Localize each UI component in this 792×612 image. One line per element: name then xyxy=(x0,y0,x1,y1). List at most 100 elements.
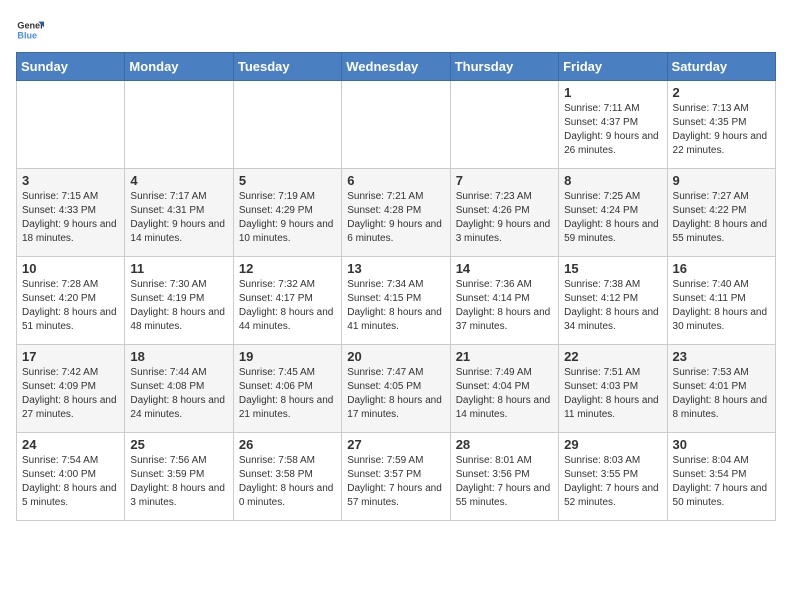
day-number: 29 xyxy=(564,437,661,452)
day-info: Sunrise: 7:21 AM Sunset: 4:28 PM Dayligh… xyxy=(347,190,444,246)
day-number: 28 xyxy=(456,437,553,452)
day-info: Sunrise: 8:01 AM Sunset: 3:56 PM Dayligh… xyxy=(456,454,553,510)
day-number: 13 xyxy=(347,261,444,276)
day-info: Sunrise: 7:19 AM Sunset: 4:29 PM Dayligh… xyxy=(239,190,336,246)
day-info: Sunrise: 7:27 AM Sunset: 4:22 PM Dayligh… xyxy=(673,190,770,246)
calendar-cell: 6 Sunrise: 7:21 AM Sunset: 4:28 PM Daylig… xyxy=(342,169,450,257)
day-info: Sunrise: 7:53 AM Sunset: 4:01 PM Dayligh… xyxy=(673,366,770,422)
day-number: 15 xyxy=(564,261,661,276)
day-info: Sunrise: 7:11 AM Sunset: 4:37 PM Dayligh… xyxy=(564,102,661,158)
calendar-cell: 8 Sunrise: 7:25 AM Sunset: 4:24 PM Daylig… xyxy=(559,169,667,257)
day-number: 25 xyxy=(130,437,227,452)
calendar-cell: 19 Sunrise: 7:45 AM Sunset: 4:06 PM Dayli… xyxy=(233,345,341,433)
day-info: Sunrise: 7:56 AM Sunset: 3:59 PM Dayligh… xyxy=(130,454,227,510)
day-number: 9 xyxy=(673,173,770,188)
day-number: 26 xyxy=(239,437,336,452)
day-number: 22 xyxy=(564,349,661,364)
day-header-wednesday: Wednesday xyxy=(342,53,450,81)
calendar-cell: 5 Sunrise: 7:19 AM Sunset: 4:29 PM Daylig… xyxy=(233,169,341,257)
day-number: 8 xyxy=(564,173,661,188)
day-number: 27 xyxy=(347,437,444,452)
calendar-cell: 29 Sunrise: 8:03 AM Sunset: 3:55 PM Dayli… xyxy=(559,433,667,521)
day-number: 24 xyxy=(22,437,119,452)
calendar-cell xyxy=(17,81,125,169)
day-info: Sunrise: 7:58 AM Sunset: 3:58 PM Dayligh… xyxy=(239,454,336,510)
day-number: 21 xyxy=(456,349,553,364)
day-info: Sunrise: 7:30 AM Sunset: 4:19 PM Dayligh… xyxy=(130,278,227,334)
calendar-cell: 12 Sunrise: 7:32 AM Sunset: 4:17 PM Dayli… xyxy=(233,257,341,345)
day-number: 2 xyxy=(673,85,770,100)
day-number: 11 xyxy=(130,261,227,276)
calendar-cell: 16 Sunrise: 7:40 AM Sunset: 4:11 PM Dayli… xyxy=(667,257,775,345)
day-header-monday: Monday xyxy=(125,53,233,81)
day-number: 7 xyxy=(456,173,553,188)
calendar-cell: 20 Sunrise: 7:47 AM Sunset: 4:05 PM Dayli… xyxy=(342,345,450,433)
day-header-tuesday: Tuesday xyxy=(233,53,341,81)
calendar-cell: 30 Sunrise: 8:04 AM Sunset: 3:54 PM Dayli… xyxy=(667,433,775,521)
day-number: 17 xyxy=(22,349,119,364)
day-info: Sunrise: 8:03 AM Sunset: 3:55 PM Dayligh… xyxy=(564,454,661,510)
day-info: Sunrise: 7:54 AM Sunset: 4:00 PM Dayligh… xyxy=(22,454,119,510)
calendar-cell: 4 Sunrise: 7:17 AM Sunset: 4:31 PM Daylig… xyxy=(125,169,233,257)
day-info: Sunrise: 7:42 AM Sunset: 4:09 PM Dayligh… xyxy=(22,366,119,422)
day-info: Sunrise: 8:04 AM Sunset: 3:54 PM Dayligh… xyxy=(673,454,770,510)
day-info: Sunrise: 7:36 AM Sunset: 4:14 PM Dayligh… xyxy=(456,278,553,334)
calendar-cell: 17 Sunrise: 7:42 AM Sunset: 4:09 PM Dayli… xyxy=(17,345,125,433)
calendar-cell: 11 Sunrise: 7:30 AM Sunset: 4:19 PM Dayli… xyxy=(125,257,233,345)
day-number: 1 xyxy=(564,85,661,100)
day-info: Sunrise: 7:17 AM Sunset: 4:31 PM Dayligh… xyxy=(130,190,227,246)
calendar-cell: 10 Sunrise: 7:28 AM Sunset: 4:20 PM Dayli… xyxy=(17,257,125,345)
calendar-cell: 14Sunrise: 7:36 AM Sunset: 4:14 PM Dayli… xyxy=(450,257,558,345)
day-header-friday: Friday xyxy=(559,53,667,81)
calendar-cell: 22 Sunrise: 7:51 AM Sunset: 4:03 PM Dayli… xyxy=(559,345,667,433)
day-info: Sunrise: 7:15 AM Sunset: 4:33 PM Dayligh… xyxy=(22,190,119,246)
calendar-cell xyxy=(125,81,233,169)
day-number: 23 xyxy=(673,349,770,364)
calendar-table: SundayMondayTuesdayWednesdayThursdayFrid… xyxy=(16,52,776,521)
day-info: Sunrise: 7:40 AM Sunset: 4:11 PM Dayligh… xyxy=(673,278,770,334)
calendar-cell xyxy=(233,81,341,169)
day-info: Sunrise: 7:59 AM Sunset: 3:57 PM Dayligh… xyxy=(347,454,444,510)
day-info: Sunrise: 7:51 AM Sunset: 4:03 PM Dayligh… xyxy=(564,366,661,422)
day-info: Sunrise: 7:47 AM Sunset: 4:05 PM Dayligh… xyxy=(347,366,444,422)
calendar-cell: 3 Sunrise: 7:15 AM Sunset: 4:33 PM Daylig… xyxy=(17,169,125,257)
day-number: 12 xyxy=(239,261,336,276)
calendar-cell: 7 Sunrise: 7:23 AM Sunset: 4:26 PM Daylig… xyxy=(450,169,558,257)
day-number: 3 xyxy=(22,173,119,188)
day-number: 30 xyxy=(673,437,770,452)
day-info: Sunrise: 7:28 AM Sunset: 4:20 PM Dayligh… xyxy=(22,278,119,334)
day-info: Sunrise: 7:13 AM Sunset: 4:35 PM Dayligh… xyxy=(673,102,770,158)
calendar-cell: 24 Sunrise: 7:54 AM Sunset: 4:00 PM Dayli… xyxy=(17,433,125,521)
day-info: Sunrise: 7:32 AM Sunset: 4:17 PM Dayligh… xyxy=(239,278,336,334)
day-info: Sunrise: 7:38 AM Sunset: 4:12 PM Dayligh… xyxy=(564,278,661,334)
day-number: 4 xyxy=(130,173,227,188)
day-header-thursday: Thursday xyxy=(450,53,558,81)
day-info: Sunrise: 7:25 AM Sunset: 4:24 PM Dayligh… xyxy=(564,190,661,246)
calendar-cell: 9 Sunrise: 7:27 AM Sunset: 4:22 PM Daylig… xyxy=(667,169,775,257)
day-number: 5 xyxy=(239,173,336,188)
day-info: Sunrise: 7:49 AM Sunset: 4:04 PM Dayligh… xyxy=(456,366,553,422)
calendar-cell: 25 Sunrise: 7:56 AM Sunset: 3:59 PM Dayli… xyxy=(125,433,233,521)
logo-icon: General Blue xyxy=(16,16,44,44)
calendar-cell xyxy=(450,81,558,169)
day-header-saturday: Saturday xyxy=(667,53,775,81)
calendar-cell: 21 Sunrise: 7:49 AM Sunset: 4:04 PM Dayli… xyxy=(450,345,558,433)
calendar-cell: 13 Sunrise: 7:34 AM Sunset: 4:15 PM Dayli… xyxy=(342,257,450,345)
day-info: Sunrise: 7:45 AM Sunset: 4:06 PM Dayligh… xyxy=(239,366,336,422)
day-info: Sunrise: 7:34 AM Sunset: 4:15 PM Dayligh… xyxy=(347,278,444,334)
calendar-cell: 23 Sunrise: 7:53 AM Sunset: 4:01 PM Dayli… xyxy=(667,345,775,433)
calendar-cell: 26 Sunrise: 7:58 AM Sunset: 3:58 PM Dayli… xyxy=(233,433,341,521)
calendar-cell: 15 Sunrise: 7:38 AM Sunset: 4:12 PM Dayli… xyxy=(559,257,667,345)
calendar-cell: 2 Sunrise: 7:13 AM Sunset: 4:35 PM Daylig… xyxy=(667,81,775,169)
day-number: 19 xyxy=(239,349,336,364)
day-number: 6 xyxy=(347,173,444,188)
day-number: 16 xyxy=(673,261,770,276)
day-number: 18 xyxy=(130,349,227,364)
calendar-cell xyxy=(342,81,450,169)
header: General Blue xyxy=(16,16,776,44)
day-info: Sunrise: 7:23 AM Sunset: 4:26 PM Dayligh… xyxy=(456,190,553,246)
calendar-cell: 28 Sunrise: 8:01 AM Sunset: 3:56 PM Dayli… xyxy=(450,433,558,521)
day-number: 20 xyxy=(347,349,444,364)
day-number: 10 xyxy=(22,261,119,276)
calendar-cell: 27 Sunrise: 7:59 AM Sunset: 3:57 PM Dayli… xyxy=(342,433,450,521)
